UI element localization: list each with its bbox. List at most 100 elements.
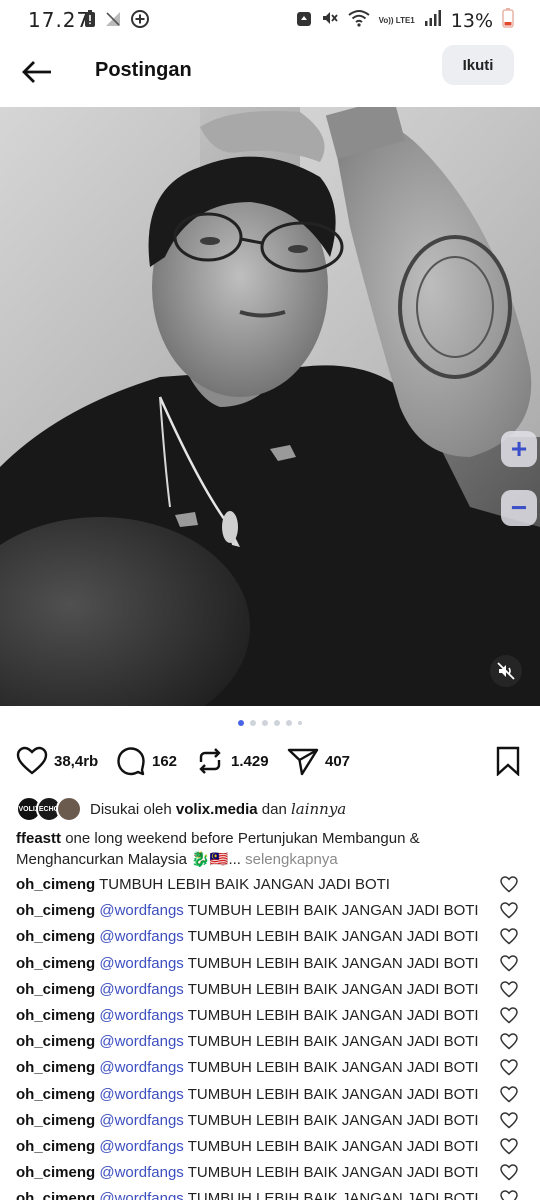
comment-item[interactable]: oh_cimeng @wordfangs TUMBUH LEBIH BAIK J… (16, 1135, 526, 1161)
comment-item[interactable]: oh_cimeng @wordfangs TUMBUH LEBIH BAIK J… (16, 952, 526, 978)
comment-mention[interactable]: @wordfangs (99, 1190, 183, 1200)
caption-more-link[interactable]: selengkapnya (245, 851, 338, 868)
comment-username[interactable]: oh_cimeng (16, 902, 95, 919)
caption-username[interactable]: ffeastt (16, 830, 61, 847)
battery-icon (502, 8, 514, 33)
comment-like-button[interactable] (500, 876, 518, 901)
comment-like-button[interactable] (500, 1007, 518, 1032)
comment-username[interactable]: oh_cimeng (16, 876, 95, 893)
liked-by-connector: dan (261, 801, 287, 818)
recycle-icon (296, 9, 312, 32)
arrow-left-icon (22, 61, 51, 83)
comment-username[interactable]: oh_cimeng (16, 1007, 95, 1024)
comment-username[interactable]: oh_cimeng (16, 1164, 95, 1181)
comment-like-button[interactable] (500, 980, 518, 1006)
comment-username[interactable]: oh_cimeng (16, 1059, 95, 1076)
back-button[interactable] (16, 54, 58, 90)
battery-alert-icon (84, 10, 96, 33)
comment-like-button[interactable] (500, 1033, 518, 1058)
like-count: 38,4rb (54, 752, 99, 770)
share-count: 407 (325, 752, 351, 770)
send-icon (287, 748, 319, 776)
heart-icon (500, 980, 518, 998)
comment-item[interactable]: oh_cimeng @wordfangs TUMBUH LEBIH BAIK J… (16, 1109, 526, 1135)
comment-item[interactable]: oh_cimeng @wordfangs TUMBUH LEBIH BAIK J… (16, 1004, 526, 1030)
follow-button[interactable]: Ikuti (442, 45, 514, 85)
comment-item[interactable]: oh_cimeng @wordfangs TUMBUH LEBIH BAIK J… (16, 978, 526, 1004)
comment-username[interactable]: oh_cimeng (16, 928, 95, 945)
comment-mention[interactable]: @wordfangs (99, 1112, 183, 1129)
battery-percent: 13% (450, 9, 493, 32)
carousel-dot (298, 721, 302, 725)
comment-text: TUMBUH LEBIH BAIK JANGAN JADI BOTI (187, 1006, 479, 1024)
heart-icon (500, 1059, 518, 1076)
heart-icon (500, 1164, 518, 1181)
zoom-out-button[interactable]: − (501, 490, 537, 526)
liked-by-user[interactable]: volix.media (176, 801, 258, 818)
share-button[interactable]: 407 (287, 746, 350, 776)
comment-like-button[interactable] (500, 1190, 518, 1200)
comment-text: TUMBUH LEBIH BAIK JANGAN JADI BOTI (187, 1164, 479, 1182)
comment-text: TUMBUH LEBIH BAIK JANGAN JADI BOTI (187, 1137, 479, 1155)
status-bar: 17.27 Vo)) LTE1 13% (0, 0, 540, 38)
liked-by-row[interactable]: VOLIX ECHO Disukai oleh volix.media dan … (16, 795, 346, 823)
comment-like-button[interactable] (500, 1085, 518, 1111)
comment-like-button[interactable] (500, 928, 518, 953)
comment-mention[interactable]: @wordfangs (99, 1007, 183, 1024)
heart-icon (16, 746, 48, 775)
comment-mention[interactable]: @wordfangs (99, 981, 183, 998)
comment-username[interactable]: oh_cimeng (16, 1138, 95, 1155)
comment-item[interactable]: oh_cimeng @wordfangs TUMBUH LEBIH BAIK J… (16, 925, 526, 951)
comment-item[interactable]: oh_cimeng @wordfangs TUMBUH LEBIH BAIK J… (16, 1187, 526, 1200)
comment-item[interactable]: oh_cimeng @wordfangs TUMBUH LEBIH BAIK J… (16, 899, 526, 925)
comment-username[interactable]: oh_cimeng (16, 981, 95, 998)
liked-by-others[interactable]: lainnya (291, 800, 346, 818)
comment-item[interactable]: oh_cimeng @wordfangs TUMBUH LEBIH BAIK J… (16, 1056, 526, 1082)
comment-button[interactable]: 162 (116, 746, 177, 776)
carousel-dot (274, 720, 280, 726)
comment-item[interactable]: oh_cimeng @wordfangs TUMBUH LEBIH BAIK J… (16, 1083, 526, 1109)
like-button[interactable]: 38,4rb (16, 746, 98, 776)
comment-like-button[interactable] (500, 1111, 518, 1137)
status-left-icons (84, 9, 150, 34)
comment-item[interactable]: oh_cimeng @wordfangs TUMBUH LEBIH BAIK J… (16, 1030, 526, 1056)
comment-username[interactable]: oh_cimeng (16, 1112, 95, 1129)
lte-icon: Vo)) LTE1 (378, 15, 415, 25)
comment-username[interactable]: oh_cimeng (16, 955, 95, 972)
comment-username[interactable]: oh_cimeng (16, 1190, 95, 1200)
comment-username[interactable]: oh_cimeng (16, 1086, 95, 1103)
comment-mention[interactable]: @wordfangs (99, 1164, 183, 1181)
comment-like-button[interactable] (500, 1138, 518, 1163)
comment-mention[interactable]: @wordfangs (99, 1033, 183, 1050)
add-circle-icon (130, 9, 150, 34)
comment-like-button[interactable] (500, 1164, 518, 1189)
comment-text: TUMBUH LEBIH BAIK JANGAN JADI BOTI (187, 1085, 479, 1103)
comment-like-button[interactable] (500, 954, 518, 980)
comment-mention[interactable]: @wordfangs (99, 1086, 183, 1103)
no-signal-icon (104, 10, 122, 33)
comment-text: TUMBUH LEBIH BAIK JANGAN JADI BOTI (187, 954, 479, 972)
comment-item[interactable]: oh_cimeng TUMBUH LEBIH BAIK JANGAN JADI … (16, 873, 526, 899)
comment-text: TUMBUH LEBIH BAIK JANGAN JADI BOTI (187, 980, 479, 998)
comment-like-button[interactable] (500, 902, 518, 927)
repost-button[interactable]: 1.429 (195, 746, 269, 776)
volume-off-icon (497, 662, 515, 680)
comment-item[interactable]: oh_cimeng @wordfangs TUMBUH LEBIH BAIK J… (16, 1161, 526, 1187)
bookmark-icon (496, 746, 520, 777)
mute-toggle-button[interactable] (490, 655, 522, 687)
comment-mention[interactable]: @wordfangs (99, 1059, 183, 1076)
comment-icon (117, 747, 145, 776)
zoom-in-button[interactable]: + (501, 431, 537, 467)
avatar (56, 796, 82, 822)
comment-mention[interactable]: @wordfangs (99, 955, 183, 972)
comment-text: TUMBUH LEBIH BAIK JANGAN JADI BOTI (187, 1059, 479, 1077)
post-photo[interactable]: + − (0, 107, 540, 706)
comment-mention[interactable]: @wordfangs (99, 928, 183, 945)
comment-like-button[interactable] (500, 1059, 518, 1084)
comment-list: oh_cimeng TUMBUH LEBIH BAIK JANGAN JADI … (16, 873, 526, 1200)
comment-mention[interactable]: @wordfangs (99, 902, 183, 919)
comment-mention[interactable]: @wordfangs (99, 1138, 183, 1155)
comment-username[interactable]: oh_cimeng (16, 1033, 95, 1050)
save-button[interactable] (495, 746, 521, 781)
heart-icon (500, 954, 518, 972)
